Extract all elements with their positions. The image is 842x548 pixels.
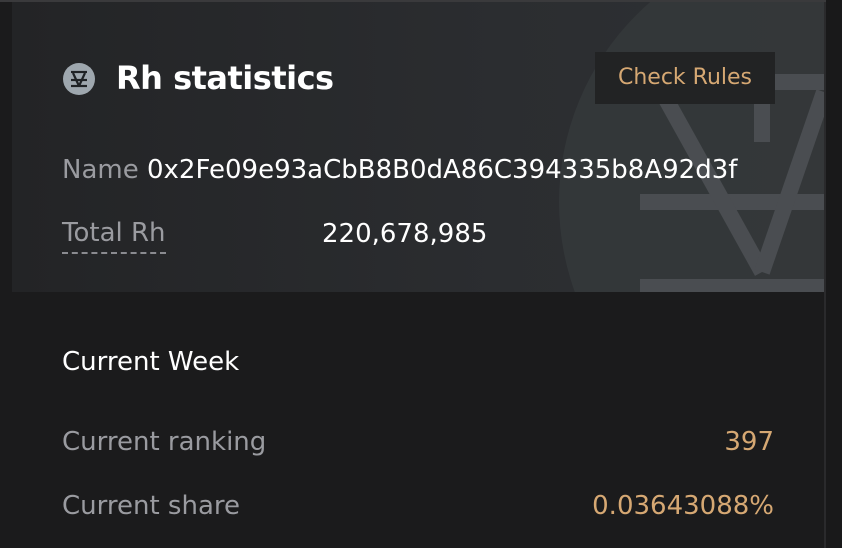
current-ranking-value: 397 xyxy=(724,427,774,457)
current-share-value: 0.03643088% xyxy=(592,491,774,521)
rh-token-icon xyxy=(63,63,95,95)
current-week-title: Current Week xyxy=(62,347,240,377)
name-label: Name xyxy=(62,155,139,185)
statistics-panel: Rh statistics Check Rules Name 0x2Fe09e9… xyxy=(12,2,826,548)
name-value: 0x2Fe09e93aCbB8B0dA86C394335b8A92d3f xyxy=(147,155,738,185)
total-rh-label[interactable]: Total Rh xyxy=(62,214,166,254)
current-share-label: Current share xyxy=(62,491,240,521)
total-rh-value: 220,678,985 xyxy=(322,219,488,249)
card-title: Rh statistics xyxy=(116,59,334,97)
current-ranking-label: Current ranking xyxy=(62,427,267,457)
scroll-gutter xyxy=(826,0,842,548)
rh-statistics-card: Rh statistics Check Rules Name 0x2Fe09e9… xyxy=(12,2,824,292)
check-rules-button[interactable]: Check Rules xyxy=(595,52,775,104)
